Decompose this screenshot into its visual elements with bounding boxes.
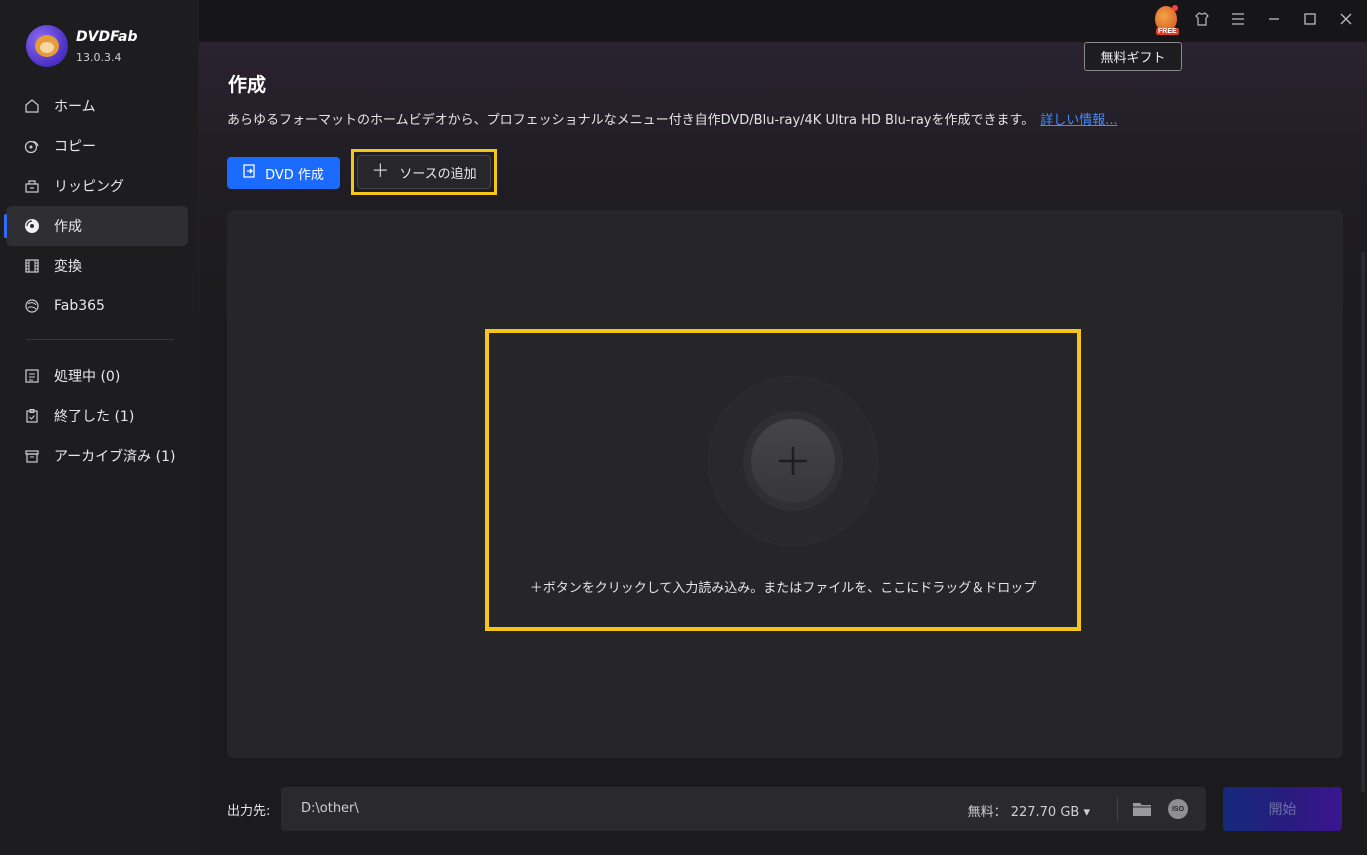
dvd-create-label: DVD 作成 (265, 167, 324, 183)
processing-list-icon (24, 368, 40, 384)
sidebar-item-finished[interactable]: 終了した (1) (6, 396, 188, 436)
sidebar-item-label: 終了した (1) (54, 409, 135, 425)
fab365-icon (24, 298, 40, 314)
sidebar-item-archived[interactable]: アーカイブ済み (1) (6, 436, 188, 476)
sidebar-divider (26, 339, 174, 340)
free-badge: FREE (1156, 28, 1179, 35)
drop-zone-highlight: ＋ボタンをクリックして入力読み込み。またはファイルを、ここにドラッグ＆ドロップ (485, 329, 1081, 631)
output-path: D:\other\ (301, 801, 359, 816)
more-info-link[interactable]: 詳しい情報... (1040, 113, 1117, 128)
archive-box-icon (24, 448, 40, 464)
maximize-button[interactable] (1299, 8, 1321, 30)
sidebar-item-label: アーカイブ済み (1) (54, 449, 176, 465)
sidebar: DVDFab 13.0.3.4 ホーム コピー リッピング 作成 変換 Fab3… (0, 0, 199, 855)
menu-button[interactable] (1227, 8, 1249, 30)
gift-icon: FREE (1155, 5, 1179, 35)
home-icon (24, 98, 40, 114)
ripping-icon (24, 178, 40, 194)
description-text: あらゆるフォーマットのホームビデオから、プロフェッショナルなメニュー付き自作DV… (227, 113, 1035, 128)
hamburger-icon (1232, 13, 1244, 25)
start-button[interactable]: 開始 (1223, 787, 1342, 831)
sidebar-item-label: 変換 (54, 259, 82, 275)
plus-icon: ＋ (371, 161, 390, 182)
sidebar-item-label: ホーム (54, 99, 96, 115)
free-space-dropdown[interactable]: 無料： 227.70 GB ▾ (968, 801, 1090, 820)
sidebar-item-ripping[interactable]: リッピング (6, 166, 188, 206)
add-circle-ring (743, 411, 843, 511)
add-source-label: ソースの追加 (399, 166, 477, 182)
film-convert-icon (24, 258, 40, 274)
add-source-button[interactable]: ＋ ソースの追加 (357, 155, 491, 189)
sidebar-item-convert[interactable]: 変換 (6, 246, 188, 286)
main-nav: ホーム コピー リッピング 作成 変換 Fab365 (4, 86, 188, 326)
maximize-icon (1304, 13, 1316, 25)
app-version: 13.0.3.4 (76, 50, 122, 64)
sidebar-item-label: コピー (54, 139, 96, 155)
app-logo: DVDFab 13.0.3.4 (26, 25, 138, 67)
sidebar-item-copy[interactable]: コピー (6, 126, 188, 166)
task-nav: 処理中 (0) 終了した (1) アーカイブ済み (1) (6, 356, 188, 476)
sidebar-item-label: リッピング (54, 179, 124, 195)
minimize-icon (1269, 18, 1279, 20)
title-bar: FREE (199, 0, 1367, 42)
close-icon (1340, 13, 1352, 25)
add-source-highlight: ＋ ソースの追加 (351, 149, 497, 195)
sidebar-item-label: 処理中 (0) (54, 369, 121, 385)
caret-down-icon: ▾ (1083, 805, 1090, 820)
copy-icon (24, 138, 40, 154)
app-name: DVDFab (76, 28, 138, 45)
close-button[interactable] (1335, 8, 1357, 30)
skin-button[interactable] (1191, 8, 1213, 30)
iso-icon[interactable]: ISO (1168, 799, 1188, 819)
output-path-field[interactable]: D:\other\ 無料： 227.70 GB ▾ ISO (281, 787, 1206, 831)
drop-zone[interactable]: ＋ボタンをクリックして入力読み込み。またはファイルを、ここにドラッグ＆ドロップ (227, 210, 1343, 758)
add-circle-halo (709, 377, 877, 545)
dvd-create-button[interactable]: DVD 作成 (227, 157, 340, 189)
add-file-button[interactable] (751, 419, 835, 503)
main-panel: 作成 あらゆるフォーマットのホームビデオから、プロフェッショナルなメニュー付き自… (199, 42, 1367, 855)
output-label: 出力先: (227, 804, 271, 819)
sidebar-item-processing[interactable]: 処理中 (0) (6, 356, 188, 396)
sidebar-item-label: Fab365 (54, 298, 105, 314)
output-format-icon (243, 164, 255, 182)
free-space-text: 無料： 227.70 GB (967, 805, 1080, 820)
page-title: 作成 (228, 74, 267, 96)
sidebar-item-home[interactable]: ホーム (6, 86, 188, 126)
free-gift-button[interactable]: FREE (1155, 5, 1179, 35)
sidebar-item-create[interactable]: 作成 (4, 206, 188, 246)
page-description: あらゆるフォーマットのホームビデオから、プロフェッショナルなメニュー付き自作DV… (227, 109, 1118, 128)
dvdfab-mascot-icon (26, 25, 68, 67)
scrollbar[interactable] (1361, 252, 1365, 792)
gift-tooltip: 無料ギフト (1084, 42, 1182, 71)
finished-clipboard-icon (24, 408, 40, 424)
drop-hint-text: ＋ボタンをクリックして入力読み込み。またはファイルを、ここにドラッグ＆ドロップ (529, 581, 1037, 596)
plus-icon (779, 447, 807, 475)
field-separator (1117, 797, 1118, 821)
create-disc-icon (24, 218, 40, 234)
shirt-icon (1195, 12, 1209, 26)
sidebar-item-label: 作成 (54, 219, 82, 235)
folder-icon[interactable] (1132, 800, 1152, 818)
sidebar-item-fab365[interactable]: Fab365 (6, 286, 188, 326)
notification-dot (1172, 5, 1178, 11)
minimize-button[interactable] (1263, 8, 1285, 30)
